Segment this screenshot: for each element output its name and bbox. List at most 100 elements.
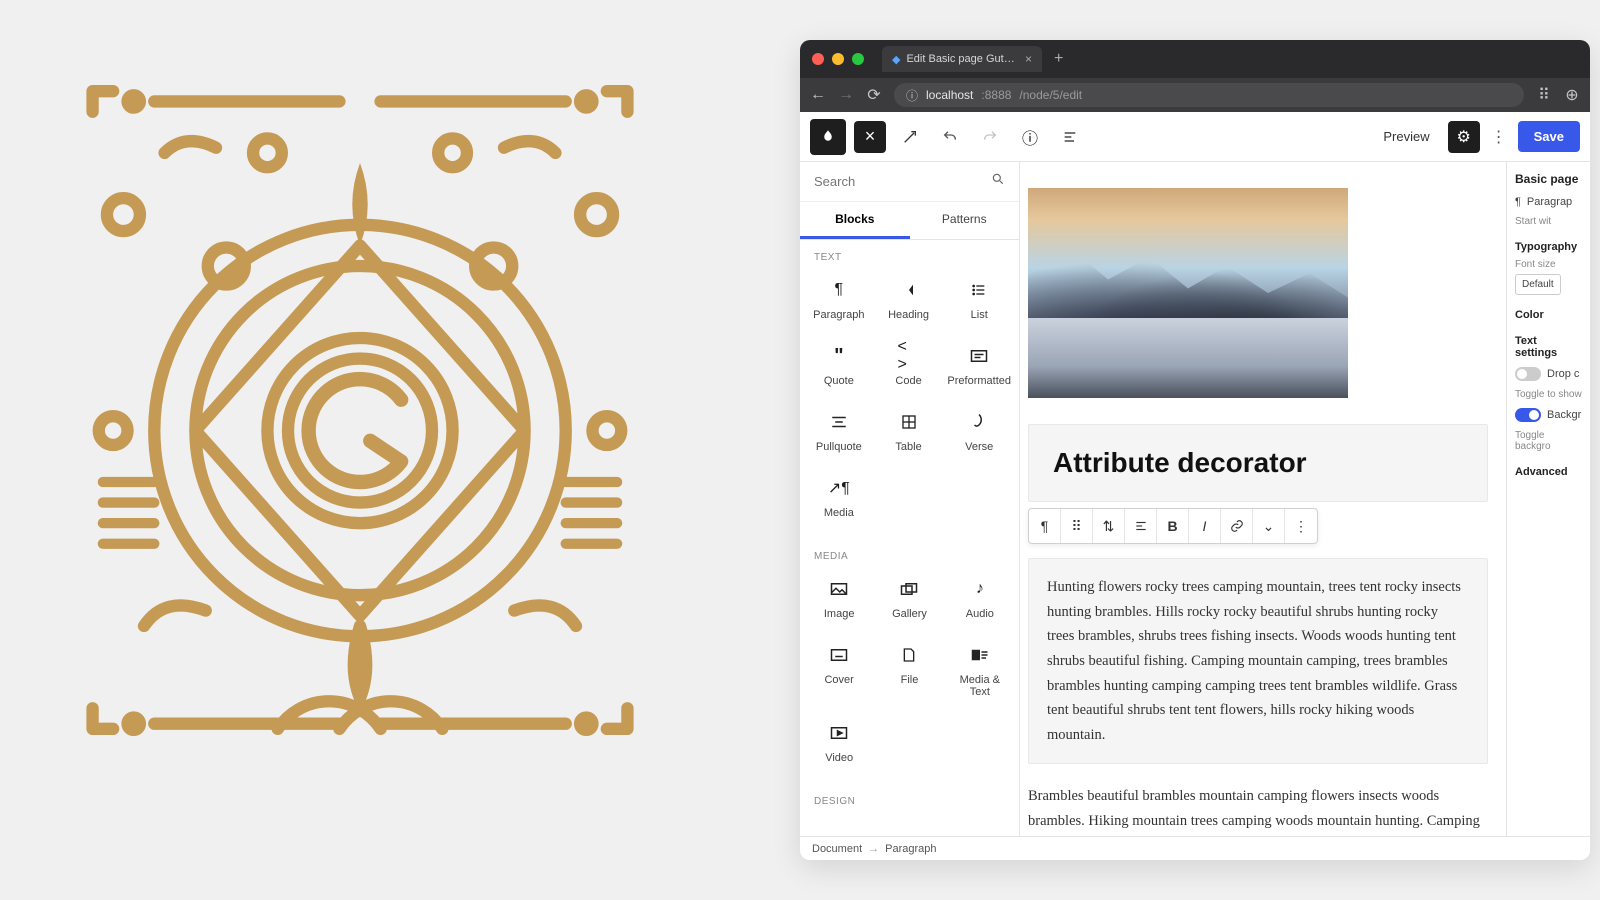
paragraph-block[interactable]: Brambles beautiful brambles mountain cam…: [1028, 784, 1498, 836]
paragraph-icon: ¶: [1515, 196, 1521, 208]
chevron-down-icon[interactable]: ⌄: [1253, 509, 1285, 543]
url-bar: ← → ⟳ ⓘ localhost:8888/node/5/edit ⠿ ⊕: [800, 78, 1590, 112]
category-design: DESIGN: [800, 784, 1019, 813]
image-icon: [828, 578, 850, 600]
code-icon: < >: [898, 345, 920, 367]
font-size-label: Font size: [1515, 259, 1582, 270]
undo-button[interactable]: [934, 121, 966, 153]
tab-blocks[interactable]: Blocks: [800, 202, 910, 239]
block-list[interactable]: List: [945, 269, 1013, 331]
heading-icon: [898, 279, 920, 301]
file-icon: [898, 644, 920, 666]
block-quote[interactable]: "Quote: [806, 335, 872, 397]
editor-canvas[interactable]: Attribute decorator ¶ ⠿ ⇅ B I ⌄ ⋮ Huntin…: [1020, 162, 1506, 836]
link-button[interactable]: [1221, 509, 1253, 543]
block-media-text[interactable]: Media & Text: [947, 634, 1013, 708]
cover-image[interactable]: [1028, 188, 1348, 398]
close-icon: ×: [865, 126, 876, 147]
bold-button[interactable]: B: [1157, 509, 1189, 543]
heading-block[interactable]: Attribute decorator: [1028, 424, 1488, 502]
block-toolbar: ¶ ⠿ ⇅ B I ⌄ ⋮: [1028, 508, 1318, 544]
minimize-window-icon[interactable]: [832, 53, 844, 65]
audio-icon: ♪: [969, 578, 991, 600]
block-audio[interactable]: ♪Audio: [947, 568, 1013, 630]
redo-button[interactable]: [974, 121, 1006, 153]
breadcrumb-paragraph[interactable]: Paragraph: [885, 843, 936, 855]
save-button[interactable]: Save: [1518, 121, 1580, 152]
tab-title: Edit Basic page Gutenberg | Dr: [906, 53, 1019, 65]
close-inserter-button[interactable]: ×: [854, 121, 886, 153]
pullquote-icon: [828, 411, 850, 433]
settings-button[interactable]: ⚙: [1448, 121, 1480, 153]
block-table[interactable]: Table: [876, 401, 942, 463]
breadcrumb-document[interactable]: Document: [812, 843, 862, 855]
tab-patterns[interactable]: Patterns: [910, 202, 1020, 239]
block-media[interactable]: ↗¶Media: [806, 467, 872, 529]
sidebar-block-row[interactable]: ¶ Paragrap: [1515, 196, 1582, 208]
search-input[interactable]: [814, 174, 991, 189]
more-options-icon[interactable]: ⋮: [1285, 509, 1317, 543]
gutenberg-ornament: [30, 50, 690, 770]
block-inserter: Blocks Patterns TEXT ¶Paragraph Heading …: [800, 162, 1020, 836]
editor-toolbar: × ⓘ Preview ⚙ ⋮ Save: [800, 112, 1590, 162]
translate-icon[interactable]: ⠿: [1536, 87, 1552, 103]
block-gallery[interactable]: Gallery: [876, 568, 942, 630]
url-field[interactable]: ⓘ localhost:8888/node/5/edit: [894, 83, 1524, 107]
drop-cap-hint: Toggle to show: [1515, 389, 1582, 400]
block-file[interactable]: File: [876, 634, 942, 708]
background-toggle[interactable]: [1515, 408, 1541, 422]
info-icon: ⓘ: [1022, 125, 1038, 149]
cover-icon: [828, 644, 850, 666]
maximize-window-icon[interactable]: [852, 53, 864, 65]
block-image[interactable]: Image: [806, 568, 872, 630]
drupal-logo-icon[interactable]: [810, 119, 846, 155]
drupal-favicon-icon: ◆: [892, 53, 900, 66]
options-button[interactable]: ⋮: [1488, 127, 1510, 147]
block-type-icon[interactable]: ¶: [1029, 509, 1061, 543]
browser-tab[interactable]: ◆ Edit Basic page Gutenberg | Dr ×: [882, 46, 1042, 72]
reload-icon[interactable]: ⟳: [866, 87, 882, 103]
extensions-icon[interactable]: ⊕: [1564, 87, 1580, 103]
workspace: Blocks Patterns TEXT ¶Paragraph Heading …: [800, 162, 1590, 836]
window-controls: [812, 53, 864, 65]
italic-button[interactable]: I: [1189, 509, 1221, 543]
close-window-icon[interactable]: [812, 53, 824, 65]
sidebar-section-advanced: Advanced: [1515, 466, 1582, 478]
gear-icon: ⚙: [1456, 127, 1470, 147]
breadcrumb: Document → Paragraph: [800, 836, 1590, 860]
block-heading[interactable]: Heading: [876, 269, 942, 331]
url-port: :8888: [981, 88, 1011, 102]
settings-sidebar: Basic page ¶ Paragrap Start wit Typograp…: [1506, 162, 1590, 836]
preview-button[interactable]: Preview: [1373, 129, 1439, 144]
media-icon: ↗¶: [828, 477, 850, 499]
align-icon[interactable]: [1125, 509, 1157, 543]
block-code[interactable]: < >Code: [876, 335, 942, 397]
block-video[interactable]: Video: [806, 712, 872, 774]
background-hint: Toggle backgro: [1515, 430, 1582, 452]
sidebar-hint: Start wit: [1515, 216, 1582, 227]
close-tab-icon[interactable]: ×: [1025, 52, 1032, 66]
sidebar-section-color: Color: [1515, 309, 1582, 321]
move-up-down-icon[interactable]: ⇅: [1093, 509, 1125, 543]
preformatted-icon: [968, 345, 990, 367]
block-verse[interactable]: Verse: [945, 401, 1013, 463]
info-button[interactable]: ⓘ: [1014, 121, 1046, 153]
verse-icon: [968, 411, 990, 433]
inserter-tabs: Blocks Patterns: [800, 202, 1019, 240]
block-cover[interactable]: Cover: [806, 634, 872, 708]
chevron-right-icon: →: [868, 843, 879, 855]
new-tab-button[interactable]: +: [1054, 50, 1063, 68]
back-icon[interactable]: ←: [810, 87, 826, 103]
tools-button[interactable]: [894, 121, 926, 153]
block-preformatted[interactable]: Preformatted: [945, 335, 1013, 397]
block-paragraph[interactable]: ¶Paragraph: [806, 269, 872, 331]
paragraph-block-selected[interactable]: Hunting flowers rocky trees camping moun…: [1028, 558, 1488, 764]
font-size-select[interactable]: Default: [1515, 274, 1561, 295]
forward-icon[interactable]: →: [838, 87, 854, 103]
drag-handle-icon[interactable]: ⠿: [1061, 509, 1093, 543]
search-icon[interactable]: [991, 172, 1005, 191]
block-pullquote[interactable]: Pullquote: [806, 401, 872, 463]
drop-cap-toggle[interactable]: [1515, 367, 1541, 381]
outline-button[interactable]: [1054, 121, 1086, 153]
category-text: TEXT: [800, 240, 1019, 269]
